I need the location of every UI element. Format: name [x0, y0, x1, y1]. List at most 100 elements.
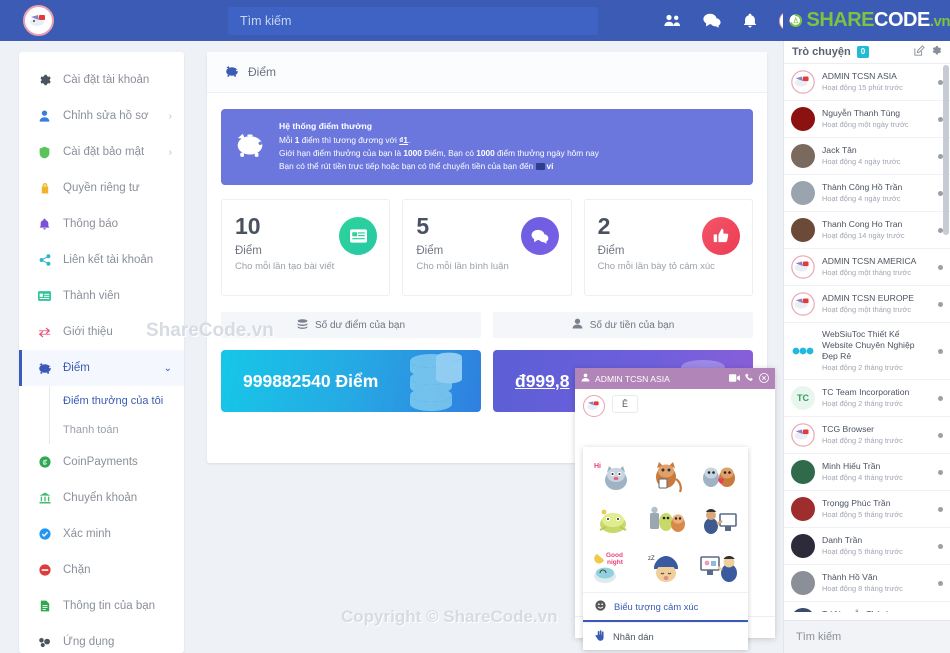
transfer-icon — [37, 327, 52, 338]
sidebar-item-gioi-thieu[interactable]: Giới thiệu — [19, 314, 184, 350]
chat-item-text: TC Team Incorporation Hoạt động 2 tháng … — [822, 387, 931, 409]
status-dot — [938, 580, 943, 586]
chat-list-item[interactable]: Thanh Cong Ho Tran Hoạt động 14 ngày trư… — [784, 212, 950, 249]
status-dot — [938, 264, 943, 270]
sticker-item[interactable] — [693, 453, 744, 496]
chevron-right-icon: › — [168, 110, 172, 122]
chat-list-item[interactable]: Trí Nguyễn Thành Hoạt động 8 tháng trước — [784, 602, 950, 612]
sidebar-subitem-thanh-toan[interactable]: Thanh toán — [50, 415, 184, 444]
sidebar-item-label: CoinPayments — [63, 456, 138, 468]
sidebar-item-label: Thành viên — [63, 290, 120, 302]
bell-icon[interactable] — [743, 13, 757, 29]
chat-contact-name: ADMIN TCSN EUROPE — [822, 293, 914, 303]
sidebar-item-xac-minh[interactable]: Xác minh — [19, 516, 184, 552]
messenger-icon[interactable] — [703, 13, 721, 28]
banner-line-4: Bạn có thể rút tiền trực tiếp hoặc bạn c… — [279, 161, 554, 172]
sidebar-item-ung-dung[interactable]: Ứng dụng — [19, 624, 184, 653]
stat-description: Cho mỗi lần tạo bài viết — [235, 261, 335, 272]
chat-message-row: Ê — [575, 389, 775, 423]
close-icon[interactable] — [759, 372, 769, 385]
stat-card-comment: 5 Điểm Cho mỗi lần bình luận — [402, 199, 572, 296]
tab-so-du-diem[interactable]: Số dư điểm của bạn — [221, 312, 481, 338]
chat-list-item[interactable]: Thành Công Hồ Trần Hoạt động 4 ngày trướ… — [784, 175, 950, 212]
chat-list-item[interactable]: TCG Browser Hoạt động 2 tháng trước — [784, 417, 950, 454]
search-input[interactable]: Tìm kiếm — [228, 6, 598, 35]
sticker-item[interactable]: Good night — [587, 543, 638, 586]
video-icon[interactable] — [729, 373, 740, 384]
status-dot — [938, 348, 943, 354]
chat-popup-header[interactable]: ADMIN TCSN ASIA — [575, 368, 775, 389]
chat-list-item[interactable]: Nguyễn Thanh Tùng Hoạt động một ngày trư… — [784, 101, 950, 138]
chat-list-item[interactable]: ADMIN TCSN AMERICA Hoạt động một tháng t… — [784, 249, 950, 286]
sidebar-item-cai-dat-bao-mat[interactable]: Cài đặt bảo mật › — [19, 134, 184, 170]
chat-contact-status: Hoạt động 2 tháng trước — [822, 436, 903, 445]
chat-rail-scrollbar[interactable] — [943, 65, 949, 235]
chat-contact-status: Hoạt động 15 phút trước — [822, 83, 903, 92]
sidebar-item-thong-bao[interactable]: Thông báo — [19, 206, 184, 242]
chat-search-input[interactable]: Tìm kiếm — [784, 620, 950, 653]
sidebar-item-cai-dat-tai-khoan[interactable]: Cài đặt tài khoản — [19, 62, 184, 98]
sidebar-subitem-diem-thuong-cua-toi[interactable]: Điểm thưởng của tôi — [50, 386, 184, 415]
banner-text: Hệ thống điểm thưởng Mỗi 1 điểm thì tươn… — [279, 120, 599, 174]
avatar — [791, 107, 815, 131]
avatar — [791, 70, 815, 94]
sidebar-item-chinh-sua-ho-so[interactable]: Chỉnh sửa hồ sơ › — [19, 98, 184, 134]
chat-list-item[interactable]: Danh Trần Hoạt động 5 tháng trước — [784, 528, 950, 565]
balance-money-value: đ999,8 — [515, 370, 570, 391]
chat-contact-status: Hoạt động 2 tháng trước — [822, 363, 903, 372]
sidebar-item-lien-ket-tai-khoan[interactable]: Liên kết tài khoản — [19, 242, 184, 278]
chat-list-item[interactable]: ADMIN TCSN ASIA Hoạt động 15 phút trước — [784, 64, 950, 101]
status-dot — [938, 469, 943, 475]
avatar — [791, 497, 815, 521]
sidebar-item-label: Chuyển khoản — [63, 492, 138, 504]
sticker-grid[interactable]: Hi Good night zZ — [583, 447, 748, 592]
sidebar-item-chan[interactable]: Chặn — [19, 552, 184, 588]
block-icon — [37, 564, 52, 576]
sticker-item[interactable]: zZ — [640, 543, 691, 586]
chat-item-text: Danh Trần Hoạt động 5 tháng trước — [822, 535, 931, 557]
sticker-item[interactable] — [640, 453, 691, 496]
sticker-hand-icon — [595, 630, 605, 643]
chat-contact-status: Hoạt động 4 ngày trước — [822, 194, 901, 203]
sidebar-item-label: Chỉnh sửa hồ sơ — [63, 110, 149, 122]
chat-search-placeholder: Tìm kiếm — [796, 631, 842, 643]
sticker-tab-emoji[interactable]: Biểu tượng cảm xúc — [583, 592, 748, 622]
sticker-item[interactable] — [587, 498, 638, 541]
sticker-item[interactable] — [640, 498, 691, 541]
tab-so-du-tien[interactable]: Số dư tiền của bạn — [493, 312, 753, 338]
sticker-item[interactable] — [693, 498, 744, 541]
sidebar-item-chuyen-khoan[interactable]: Chuyển khoản — [19, 480, 184, 516]
sticker-item[interactable]: Hi — [587, 453, 638, 496]
chat-item-text: Trí Nguyễn Thành Hoạt động 8 tháng trước — [822, 609, 931, 612]
chat-list-item[interactable]: Jack Tân Hoạt động 4 ngày trước — [784, 138, 950, 175]
chat-list-item[interactable]: Trọngg Phúc Trần Hoạt động 5 tháng trước — [784, 491, 950, 528]
chat-list-item[interactable]: TC TC Team Incorporation Hoạt động 2 thá… — [784, 380, 950, 417]
phone-icon[interactable] — [745, 373, 754, 384]
chat-item-text: Nguyễn Thanh Tùng Hoạt động một ngày trư… — [822, 108, 931, 130]
chat-list-item[interactable]: WebSiuToc Thiết Kế Website Chuyên Nghiệp… — [784, 323, 950, 380]
sticker-tab-stickers[interactable]: Nhãn dán — [583, 622, 748, 650]
banner-line-3: Giới hạn điểm thưởng của bạn là 1000 Điể… — [279, 148, 599, 158]
sidebar-item-thong-tin-cua-ban[interactable]: Thông tin của bạn — [19, 588, 184, 624]
gear-icon[interactable] — [931, 43, 942, 61]
chat-contact-name: TC Team Incorporation — [822, 387, 910, 397]
compose-icon[interactable] — [914, 43, 925, 61]
chat-contact-name: WebSiuToc Thiết Kế Website Chuyên Nghiệp… — [822, 329, 915, 361]
chat-list-item[interactable]: Thành Hồ Văn Hoạt động 8 tháng trước — [784, 565, 950, 602]
chat-list-item[interactable]: Minh Hiếu Trần Hoạt động 4 tháng trước — [784, 454, 950, 491]
chat-contact-name: Jack Tân — [822, 145, 857, 155]
chat-contact-list[interactable]: ADMIN TCSN ASIA Hoạt động 15 phút trước … — [784, 64, 950, 612]
chat-item-text: Jack Tân Hoạt động 4 ngày trước — [822, 145, 931, 167]
chat-list-item[interactable]: ADMIN TCSN EUROPE Hoạt động một tháng tr… — [784, 286, 950, 323]
sidebar-item-coinpayments[interactable]: ₡ CoinPayments — [19, 444, 184, 480]
status-dot — [938, 395, 943, 401]
friends-icon[interactable] — [664, 13, 681, 28]
sticker-item[interactable] — [693, 543, 744, 586]
sidebar-item-quyen-rieng-tu[interactable]: Quyền riêng tư — [19, 170, 184, 206]
sidebar-subitem-label: Điểm thưởng của tôi — [63, 394, 164, 407]
sidebar-item-diem[interactable]: Điểm ⌄ — [19, 350, 184, 386]
sidebar-item-thanh-vien[interactable]: Thành viên — [19, 278, 184, 314]
banner-line-1: Hệ thống điểm thưởng — [279, 121, 373, 132]
chat-unread-badge: 0 — [856, 46, 870, 58]
brand-avatar[interactable] — [23, 5, 54, 36]
